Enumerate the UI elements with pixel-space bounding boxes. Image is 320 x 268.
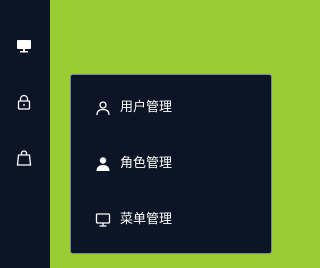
monitor-icon <box>95 212 111 228</box>
lock-icon[interactable] <box>15 93 33 111</box>
user-outline-icon <box>95 100 111 116</box>
menu-item-role-management[interactable]: 角色管理 <box>71 144 271 184</box>
monitor-icon[interactable] <box>15 37 33 55</box>
menu-item-label: 角色管理 <box>120 156 173 171</box>
bag-icon[interactable] <box>15 149 33 167</box>
user-filled-icon <box>95 156 111 172</box>
sidebar <box>0 0 50 268</box>
menu-item-label: 用户管理 <box>120 100 173 115</box>
menu-item-label: 菜单管理 <box>120 212 173 227</box>
menu-item-menu-management[interactable]: 菜单管理 <box>71 200 271 240</box>
submenu-panel: 用户管理 角色管理 菜单管理 <box>70 74 272 254</box>
menu-item-user-management[interactable]: 用户管理 <box>71 88 271 128</box>
